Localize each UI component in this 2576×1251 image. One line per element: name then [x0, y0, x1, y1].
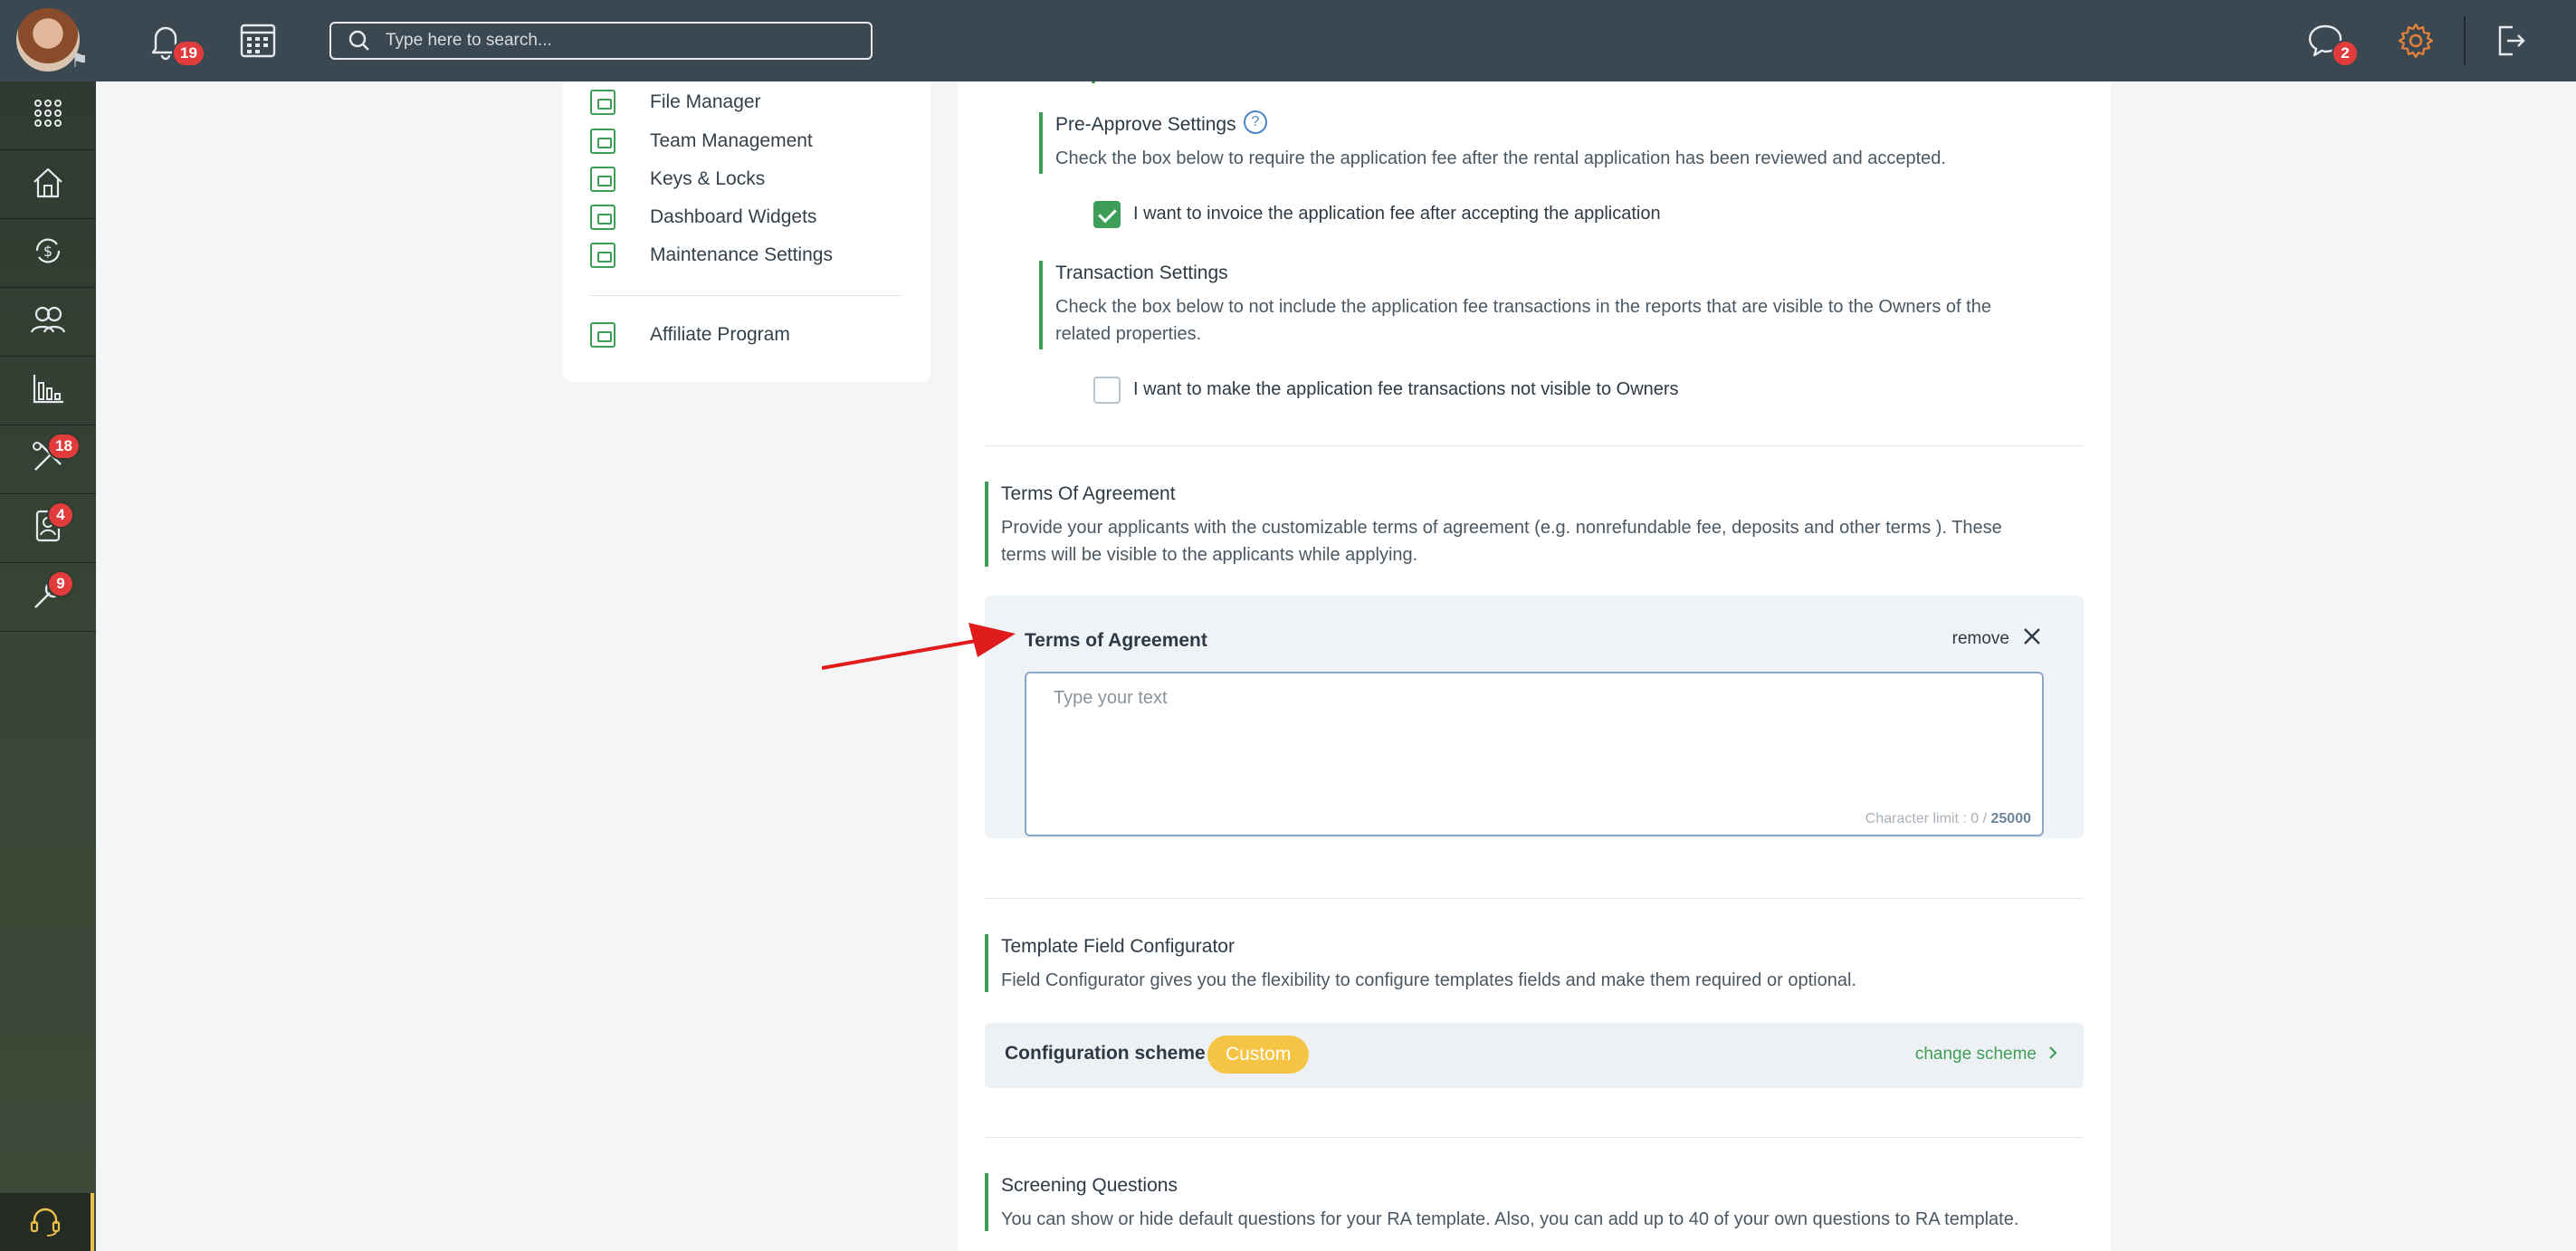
invoice-after-accept-label: I want to invoice the application fee af…: [1133, 204, 1661, 224]
sidebar-item-apps[interactable]: [0, 81, 96, 150]
terms-section-title: Terms Of Agreement: [1001, 483, 1176, 504]
screening-accent: [985, 1173, 988, 1231]
configuration-scheme-label: Configuration scheme: [1005, 1043, 1206, 1064]
search-input[interactable]: [386, 24, 856, 58]
left-sidebar: $ 18 4 9: [0, 81, 96, 1251]
sidebar-item-applicants[interactable]: 4: [0, 494, 96, 563]
scheme-badge: Custom: [1207, 1036, 1310, 1074]
top-bar: ⚑ 19 2: [0, 0, 2576, 81]
character-limit-label: Character limit : 0 /: [1865, 811, 1991, 826]
sidebar-item-reports[interactable]: [0, 357, 96, 425]
money-cycle-icon: $: [30, 233, 66, 273]
invoice-after-accept-checkbox[interactable]: [1093, 201, 1121, 228]
configuration-scheme-row: Configuration scheme Custom change schem…: [985, 1023, 2084, 1088]
pre-approve-accent: [1039, 112, 1043, 174]
transaction-title: Transaction Settings: [1055, 263, 1228, 283]
sidebar-item-tools[interactable]: 9: [0, 563, 96, 632]
hide-fee-from-owners-checkbox[interactable]: [1093, 377, 1121, 404]
people-icon: [29, 301, 67, 342]
nav-item-file-manager[interactable]: File Manager: [590, 89, 761, 116]
pre-approve-title: Pre-Approve Settings: [1055, 114, 1236, 135]
terms-accent: [985, 482, 988, 567]
transaction-description-1: Check the box below to not include the a…: [1055, 297, 1991, 317]
character-limit-max: 25000: [1990, 811, 2032, 826]
sidebar-item-properties[interactable]: [0, 150, 96, 219]
screening-description: You can show or hide default questions f…: [1001, 1209, 2019, 1229]
tools-badge: 9: [47, 570, 74, 597]
calendar-icon[interactable]: [237, 20, 279, 62]
topbar-divider: [2464, 16, 2466, 65]
folder-icon: [590, 90, 615, 115]
terms-text-input[interactable]: [1054, 688, 2013, 778]
remove-terms-button[interactable]: remove: [1952, 626, 2042, 651]
close-icon: [2022, 626, 2042, 651]
nav-item-label: Keys & Locks: [650, 168, 766, 189]
messages-badge: 2: [2332, 40, 2359, 67]
pre-approve-description: Check the box below to require the appli…: [1055, 148, 1946, 168]
nav-item-team-management[interactable]: Team Management: [590, 128, 813, 155]
maintenance-settings-icon: [590, 243, 615, 268]
logout-icon[interactable]: [2489, 20, 2531, 62]
affiliate-icon: [590, 322, 615, 348]
nav-item-label: File Manager: [650, 91, 761, 112]
sidebar-item-contacts[interactable]: [0, 288, 96, 357]
chat-icon[interactable]: 2: [2304, 20, 2359, 67]
section-divider: [985, 898, 2084, 899]
settings-gear-icon[interactable]: [2395, 20, 2437, 62]
nav-item-label: Affiliate Program: [650, 324, 790, 345]
nav-item-label: Dashboard Widgets: [650, 206, 817, 227]
character-limit: Character limit : 0 / 25000: [1865, 811, 2031, 827]
notifications-badge: 19: [172, 40, 205, 67]
terms-editor-box: Terms of Agreement remove Character limi…: [985, 596, 2084, 838]
maintenance-badge: 18: [47, 433, 81, 460]
chevron-right-icon: [2047, 1046, 2058, 1065]
nav-divider: [590, 295, 902, 296]
key-icon: [590, 167, 615, 192]
svg-text:$: $: [43, 243, 52, 260]
search-icon: [348, 29, 371, 57]
nav-item-affiliate-program[interactable]: Affiliate Program: [590, 321, 790, 349]
transaction-accent: [1039, 261, 1043, 349]
annotation-arrow: [822, 623, 1016, 670]
sidebar-item-support[interactable]: [0, 1193, 94, 1251]
settings-nav-card: File Manager Team Management Keys & Lock…: [563, 81, 930, 382]
widgets-icon: [590, 205, 615, 230]
screening-title: Screening Questions: [1001, 1175, 1178, 1196]
hide-fee-from-owners-label: I want to make the application fee trans…: [1133, 379, 1679, 399]
section-divider: [985, 445, 2084, 446]
bar-chart-icon: [30, 370, 66, 411]
terms-box-title: Terms of Agreement: [1025, 630, 1207, 651]
nav-item-keys-locks[interactable]: Keys & Locks: [590, 166, 765, 193]
sidebar-item-accounting[interactable]: $: [0, 219, 96, 288]
team-icon: [590, 129, 615, 154]
bell-icon[interactable]: 19: [145, 20, 205, 67]
search-bar[interactable]: [329, 22, 873, 60]
section-divider: [985, 1137, 2084, 1138]
remove-label: remove: [1951, 628, 2009, 648]
section-accent: [1092, 81, 1095, 83]
terms-description-2: terms will be visible to the applicants …: [1001, 545, 1418, 565]
change-scheme-link[interactable]: change scheme: [1915, 1045, 2058, 1065]
headset-icon: [27, 1202, 63, 1243]
change-scheme-label: change scheme: [1914, 1045, 2037, 1064]
template-config-description: Field Configurator gives you the flexibi…: [1001, 970, 1856, 990]
transaction-description-2: related properties.: [1055, 324, 1202, 344]
template-config-title: Template Field Configurator: [1001, 936, 1235, 957]
template-config-accent: [985, 934, 988, 992]
nav-item-label: Maintenance Settings: [650, 244, 833, 265]
nav-item-dashboard-widgets[interactable]: Dashboard Widgets: [590, 204, 816, 231]
house-icon: [30, 164, 66, 205]
main-settings-panel: Pre-Approve Settings ? Check the box bel…: [958, 81, 2111, 1251]
help-icon[interactable]: ?: [1244, 110, 1267, 134]
applicants-badge: 4: [47, 501, 74, 529]
nav-item-maintenance-settings[interactable]: Maintenance Settings: [590, 242, 833, 269]
pin-icon[interactable]: ⚑: [71, 49, 89, 72]
sidebar-item-maintenance[interactable]: 18: [0, 425, 96, 494]
grid-icon: [32, 97, 64, 134]
terms-description-1: Provide your applicants with the customi…: [1001, 518, 2002, 538]
nav-item-label: Team Management: [650, 130, 813, 151]
terms-textarea-wrapper: Character limit : 0 / 25000: [1025, 672, 2044, 836]
